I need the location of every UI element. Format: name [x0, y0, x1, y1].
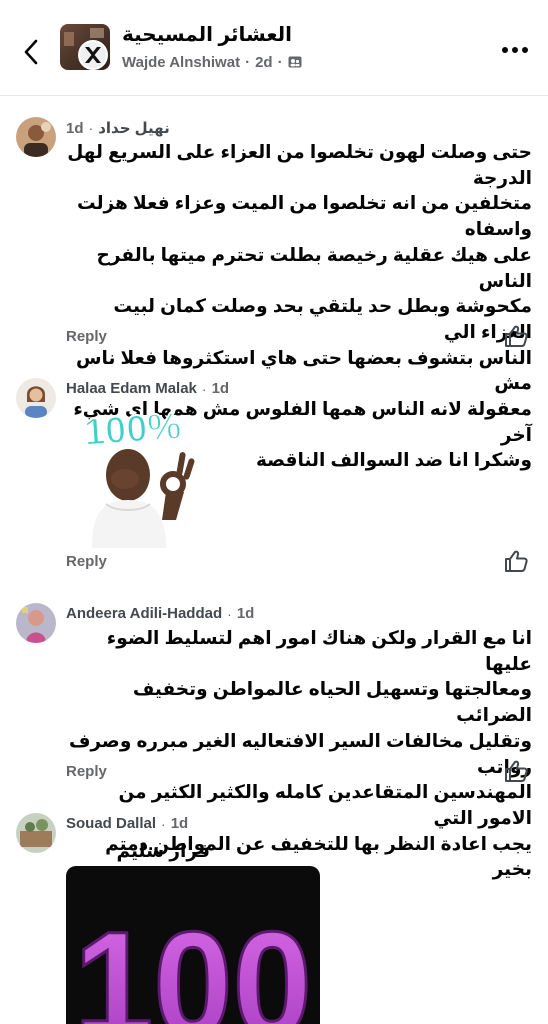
sticker[interactable]: 100% — [70, 400, 200, 548]
comment-time[interactable]: 1d — [171, 815, 189, 832]
reply-button[interactable]: Reply — [66, 328, 107, 345]
comment-author[interactable]: Andeera Adili-Haddad — [66, 605, 222, 622]
comment-time[interactable]: 1d — [212, 380, 230, 397]
post-author[interactable]: Wajde Alnshiwat — [122, 54, 240, 71]
reply-button[interactable]: Reply — [66, 553, 107, 570]
back-button[interactable] — [14, 32, 48, 72]
separator-dot: · — [161, 815, 166, 832]
comment-line: متخلفين من انه تخلصوا من الميت وعزاء فعل… — [77, 192, 532, 240]
comment-time[interactable]: 1d — [237, 605, 255, 622]
separator-dot: · — [88, 120, 94, 136]
reply-button[interactable]: Reply — [66, 763, 107, 780]
avatar[interactable] — [16, 378, 56, 418]
comment-text: قرار سليم — [116, 840, 210, 861]
chevron-left-icon — [24, 39, 38, 65]
post-header: العشائر المسيحية Wajde Alnshiwat · 2d · — [0, 0, 548, 96]
comment-line: انا مع القرار ولكن هناك امور اهم لتسليط … — [106, 627, 532, 674]
comment-author-line: 1d · نهيل حداد — [66, 119, 170, 138]
comment-author-line: Souad Dallal · 1d — [66, 815, 188, 832]
post-meta: Wajde Alnshiwat · 2d · — [122, 52, 302, 72]
separator-dot: · — [245, 53, 251, 71]
avatar[interactable] — [16, 117, 56, 157]
comment-author[interactable]: Halaa Edam Malak — [66, 380, 197, 397]
comment-author-line: Andeera Adili-Haddad · 1d — [66, 605, 254, 622]
comment-author[interactable]: نهيل حداد — [98, 119, 170, 137]
avatar[interactable] — [16, 813, 56, 853]
group-audience-icon — [288, 56, 302, 68]
thumbs-up-icon[interactable] — [503, 549, 529, 573]
separator-dot: · — [227, 605, 232, 622]
comment-author[interactable]: Souad Dallal — [66, 815, 156, 832]
comment-line: ومعالجتها وتسهيل الحياه عالمواطن وتخفيف … — [132, 678, 532, 726]
comment-line: على هيك عقلية رخيصة بطلت تحترم ميتها بال… — [96, 243, 532, 291]
group-name[interactable]: العشائر المسيحية — [122, 22, 292, 47]
comment-line: حتى وصلت لهون تخلصوا من العزاء على السري… — [67, 141, 532, 188]
separator-dot: · — [201, 380, 207, 397]
comment-line: وتقليل مخالفات السير الافتعاليه الغير مب… — [68, 729, 532, 777]
comment-time[interactable]: 1d — [66, 120, 84, 137]
thumbs-up-icon[interactable] — [503, 759, 529, 783]
separator-dot: · — [277, 53, 283, 71]
comment-line: مكحوشة وبطل حد يلتقي بحد وصلت كمان لبيت … — [113, 295, 532, 342]
more-dots-icon[interactable] — [498, 38, 532, 62]
sticker-text: 100% — [83, 405, 183, 454]
post-time[interactable]: 2d — [255, 54, 273, 71]
comment-author-line: Halaa Edam Malak · 1d — [66, 380, 229, 397]
author-avatar — [78, 40, 108, 70]
thumbs-up-icon[interactable] — [503, 324, 529, 348]
group-avatar[interactable] — [60, 24, 110, 70]
comment-image[interactable]: 100 — [66, 866, 320, 1024]
image-text: 100 — [74, 900, 312, 1024]
avatar[interactable] — [16, 603, 56, 643]
